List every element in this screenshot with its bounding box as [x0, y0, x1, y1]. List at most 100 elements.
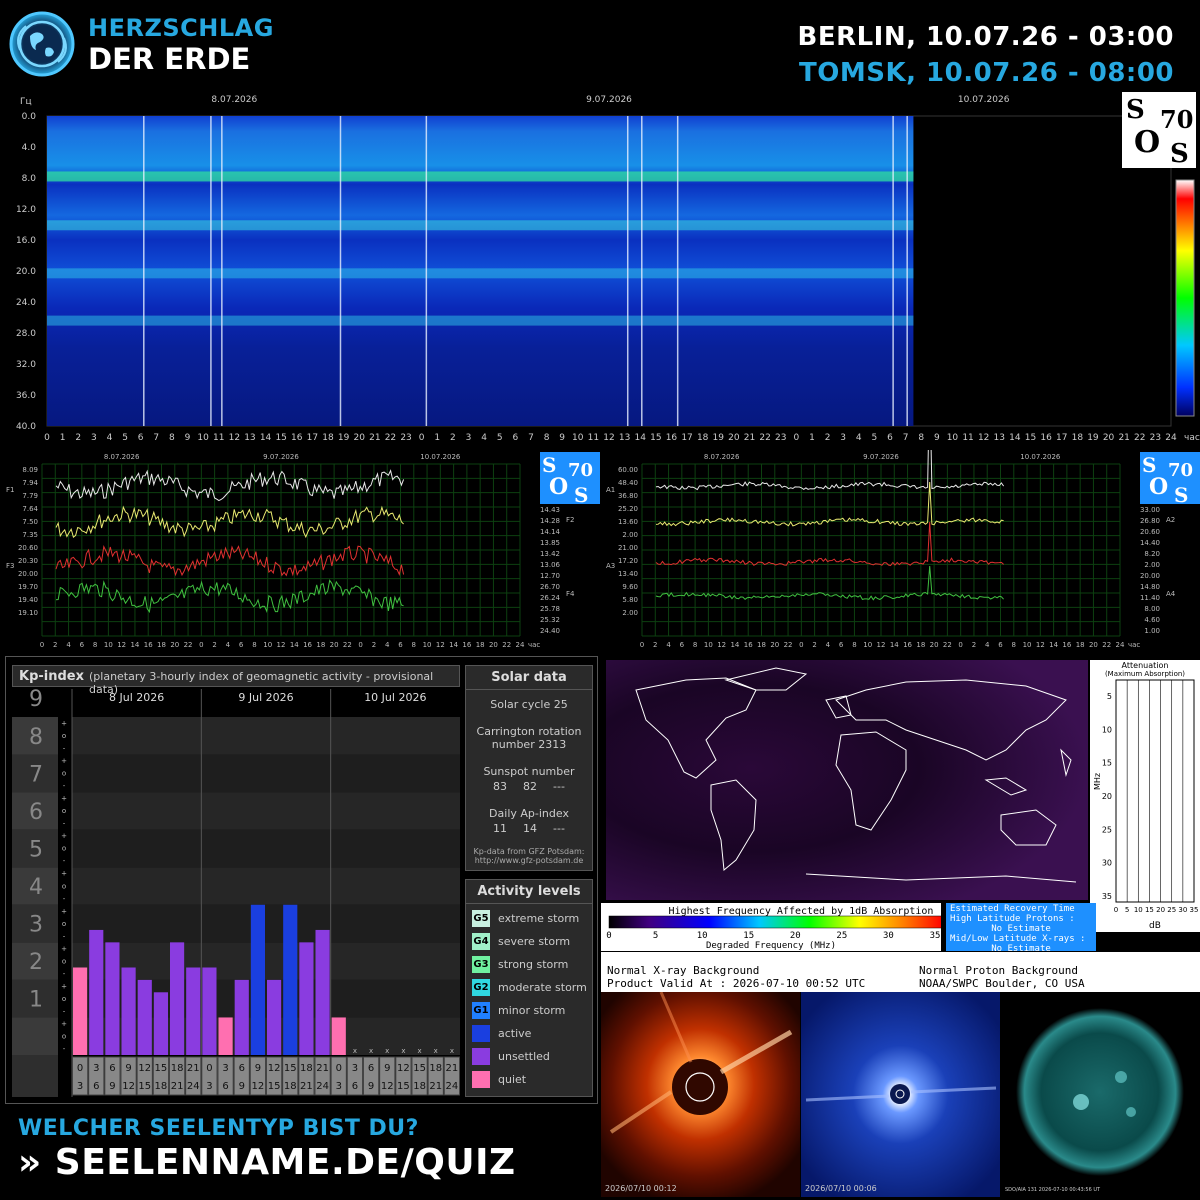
- kp-xtick-end: 15: [138, 1081, 151, 1092]
- activity-swatch: G3: [472, 956, 490, 973]
- kp-index-chart: -o+-o+-o+-o+-o+-o+-o+-o+-o+0123456789 xx…: [12, 689, 460, 1097]
- solar-cycle: Solar cycle 25: [490, 698, 568, 711]
- spectrogram-xtick: 0: [793, 433, 799, 443]
- chart-xtick: 2: [812, 641, 816, 649]
- svg-text:o: o: [62, 732, 66, 740]
- series-name: A4: [1166, 590, 1176, 598]
- chart-xtick: 12: [277, 641, 286, 649]
- chart-xtick: 14: [730, 641, 739, 649]
- spectrogram-xtick: 2: [75, 433, 81, 443]
- svg-text:70: 70: [568, 460, 593, 481]
- spectrogram-ytick: 40.0: [16, 422, 36, 432]
- svg-text:-: -: [63, 857, 66, 865]
- left-axis-label: 7.79: [22, 492, 38, 500]
- chart-xtick: 22: [502, 641, 511, 649]
- frequency-line-chart: 8.07.2026 9.07.2026 10.07.20260 2 4 6 8 10 12 14 1…: [6, 452, 600, 649]
- kp-xtick-start: 3: [222, 1063, 228, 1074]
- chart-xtick: 22: [184, 641, 193, 649]
- kp-day-label: 10 Jul 2026: [364, 691, 426, 704]
- spectrogram-xtick: 14: [1009, 433, 1021, 443]
- right-axis-label: 14.43: [540, 506, 560, 514]
- chart-xtick: 18: [316, 641, 325, 649]
- brand-title-line1: HERZSCHLAG: [88, 14, 274, 42]
- spectrogram-xtick: 2: [825, 433, 831, 443]
- spectrogram-xtick: 11: [962, 433, 973, 443]
- kp-xtick-start: 9: [125, 1063, 131, 1074]
- svg-text:+: +: [61, 720, 67, 728]
- chart-xtick: 24: [1116, 641, 1125, 649]
- left-axis-label: 21.00: [618, 544, 638, 552]
- spectrogram-xtick: 21: [1118, 433, 1129, 443]
- svg-text:S: S: [1126, 95, 1145, 125]
- spectrogram-ytick: 20.0: [16, 267, 36, 277]
- kp-xtick-start: 6: [368, 1063, 374, 1074]
- chart-xtick: 0: [958, 641, 962, 649]
- scale-tick: 10: [697, 931, 708, 941]
- kp-ytick: 2: [29, 950, 43, 975]
- right-axis-label: 13.42: [540, 550, 560, 558]
- svg-text:S: S: [1174, 483, 1188, 507]
- kp-xtick-end: 9: [368, 1081, 374, 1092]
- right-axis-label: 33.00: [1140, 506, 1160, 514]
- right-axis-label: 26.70: [540, 583, 560, 591]
- source-link[interactable]: http://www.gfz-potsdam.de: [466, 856, 592, 865]
- atten-ytick: 25: [1102, 825, 1112, 834]
- schumann-band: [47, 171, 914, 182]
- spectrogram-xtick: 12: [978, 433, 989, 443]
- kp-xtick-start: 6: [239, 1063, 245, 1074]
- kp-bar: [137, 979, 152, 1055]
- spectrogram-xtick: 15: [275, 433, 286, 443]
- spectrogram-xtick: 11: [213, 433, 224, 443]
- kp-xtick-end: 21: [300, 1081, 313, 1092]
- spectrogram-xtick: 9: [559, 433, 565, 443]
- spectrogram-xtick: 3: [840, 433, 846, 443]
- activity-label: quiet: [498, 1073, 527, 1086]
- kp-ytick: 6: [29, 800, 43, 825]
- spectrogram-xtick: 14: [634, 433, 646, 443]
- spectrogram-ytick: 32.0: [16, 360, 36, 370]
- chart-xtick: 22: [1102, 641, 1111, 649]
- chart-xtick: 4: [385, 641, 390, 649]
- kp-ytick: 7: [29, 762, 43, 787]
- scale-tick: 25: [836, 931, 847, 941]
- activity-label: active: [498, 1027, 532, 1040]
- chart-xtick: 16: [744, 641, 753, 649]
- spectrogram-ytick: 36.0: [16, 391, 36, 401]
- kp-bar: [186, 967, 201, 1055]
- kp-xtick-end: 24: [187, 1081, 200, 1092]
- chart-xtick: 0: [640, 641, 644, 649]
- spectrogram-xtick: 22: [759, 433, 770, 443]
- atten-ytick: 30: [1102, 859, 1112, 868]
- spectrogram-xtick: 6: [138, 433, 144, 443]
- spectrogram-xtick: 20: [353, 433, 365, 443]
- left-axis-label: 19.40: [18, 596, 38, 604]
- spectrogram-date: 9.07.2026: [586, 95, 632, 105]
- kp-xtick-end: 3: [77, 1081, 83, 1092]
- kp-xtick-start: 21: [446, 1063, 459, 1074]
- activity-levels-title: Activity levels: [466, 880, 592, 904]
- spectrogram-xtick: 21: [369, 433, 380, 443]
- atten-ytick: 35: [1102, 892, 1112, 901]
- chart-xunit: час: [1128, 641, 1140, 649]
- kp-xtick-end: 18: [413, 1081, 426, 1092]
- atten-ytick: 20: [1102, 792, 1112, 801]
- activity-level-item: G3 strong storm: [466, 953, 592, 976]
- kp-ytick: 1: [29, 988, 43, 1013]
- activity-level-item: quiet: [466, 1068, 592, 1091]
- chart-xtick: 20: [330, 641, 339, 649]
- schumann-band: [47, 268, 914, 279]
- activity-label: minor storm: [498, 1004, 566, 1017]
- spectrogram-xtick: 10: [947, 433, 959, 443]
- chart-xtick: 0: [40, 641, 44, 649]
- svg-text:+: +: [61, 1020, 67, 1028]
- right-axis-label: 14.80: [1140, 583, 1160, 591]
- kp-bar: [267, 979, 282, 1055]
- svg-text:+: +: [61, 982, 67, 990]
- svg-text:O: O: [1134, 125, 1160, 160]
- spectrogram-xtick: 17: [307, 433, 318, 443]
- chart-xtick: 2: [372, 641, 376, 649]
- chart-xtick: 20: [489, 641, 498, 649]
- quiz-url-link[interactable]: » SEELENNAME.DE/QUIZ: [18, 1142, 516, 1183]
- spectrogram-xtick: 9: [934, 433, 940, 443]
- chart-xtick: 4: [666, 641, 671, 649]
